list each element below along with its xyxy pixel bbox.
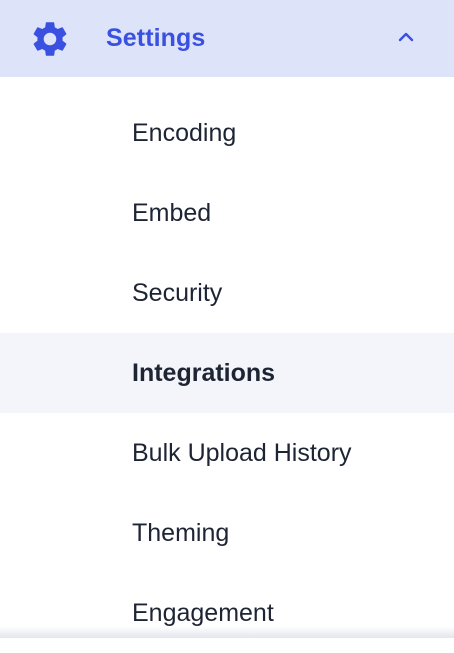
submenu-item-integrations[interactable]: Integrations: [0, 333, 454, 413]
submenu-item-label: Embed: [132, 199, 212, 227]
submenu-item-label: Encoding: [132, 119, 237, 147]
submenu-item-label: Theming: [132, 519, 230, 547]
settings-title: Settings: [106, 24, 206, 52]
submenu-item-label: Security: [132, 279, 223, 307]
submenu-item-security[interactable]: Security: [0, 253, 454, 333]
submenu-item-bulk-upload-history[interactable]: Bulk Upload History: [0, 413, 454, 493]
submenu-item-label: Bulk Upload History: [132, 439, 352, 467]
submenu-item-label: Engagement: [132, 599, 274, 627]
chevron-up-icon[interactable]: [396, 29, 416, 45]
submenu-item-encoding[interactable]: Encoding: [0, 93, 454, 173]
submenu-item-theming[interactable]: Theming: [0, 493, 454, 573]
submenu-item-label: Integrations: [132, 359, 276, 387]
submenu-item-embed[interactable]: Embed: [0, 173, 454, 253]
submenu-item-engagement[interactable]: Engagement: [0, 573, 454, 653]
settings-menu: Settings Encoding Embed Security Integra…: [0, 0, 454, 638]
settings-menu-header[interactable]: Settings: [0, 0, 454, 77]
gear-icon: [29, 18, 71, 60]
